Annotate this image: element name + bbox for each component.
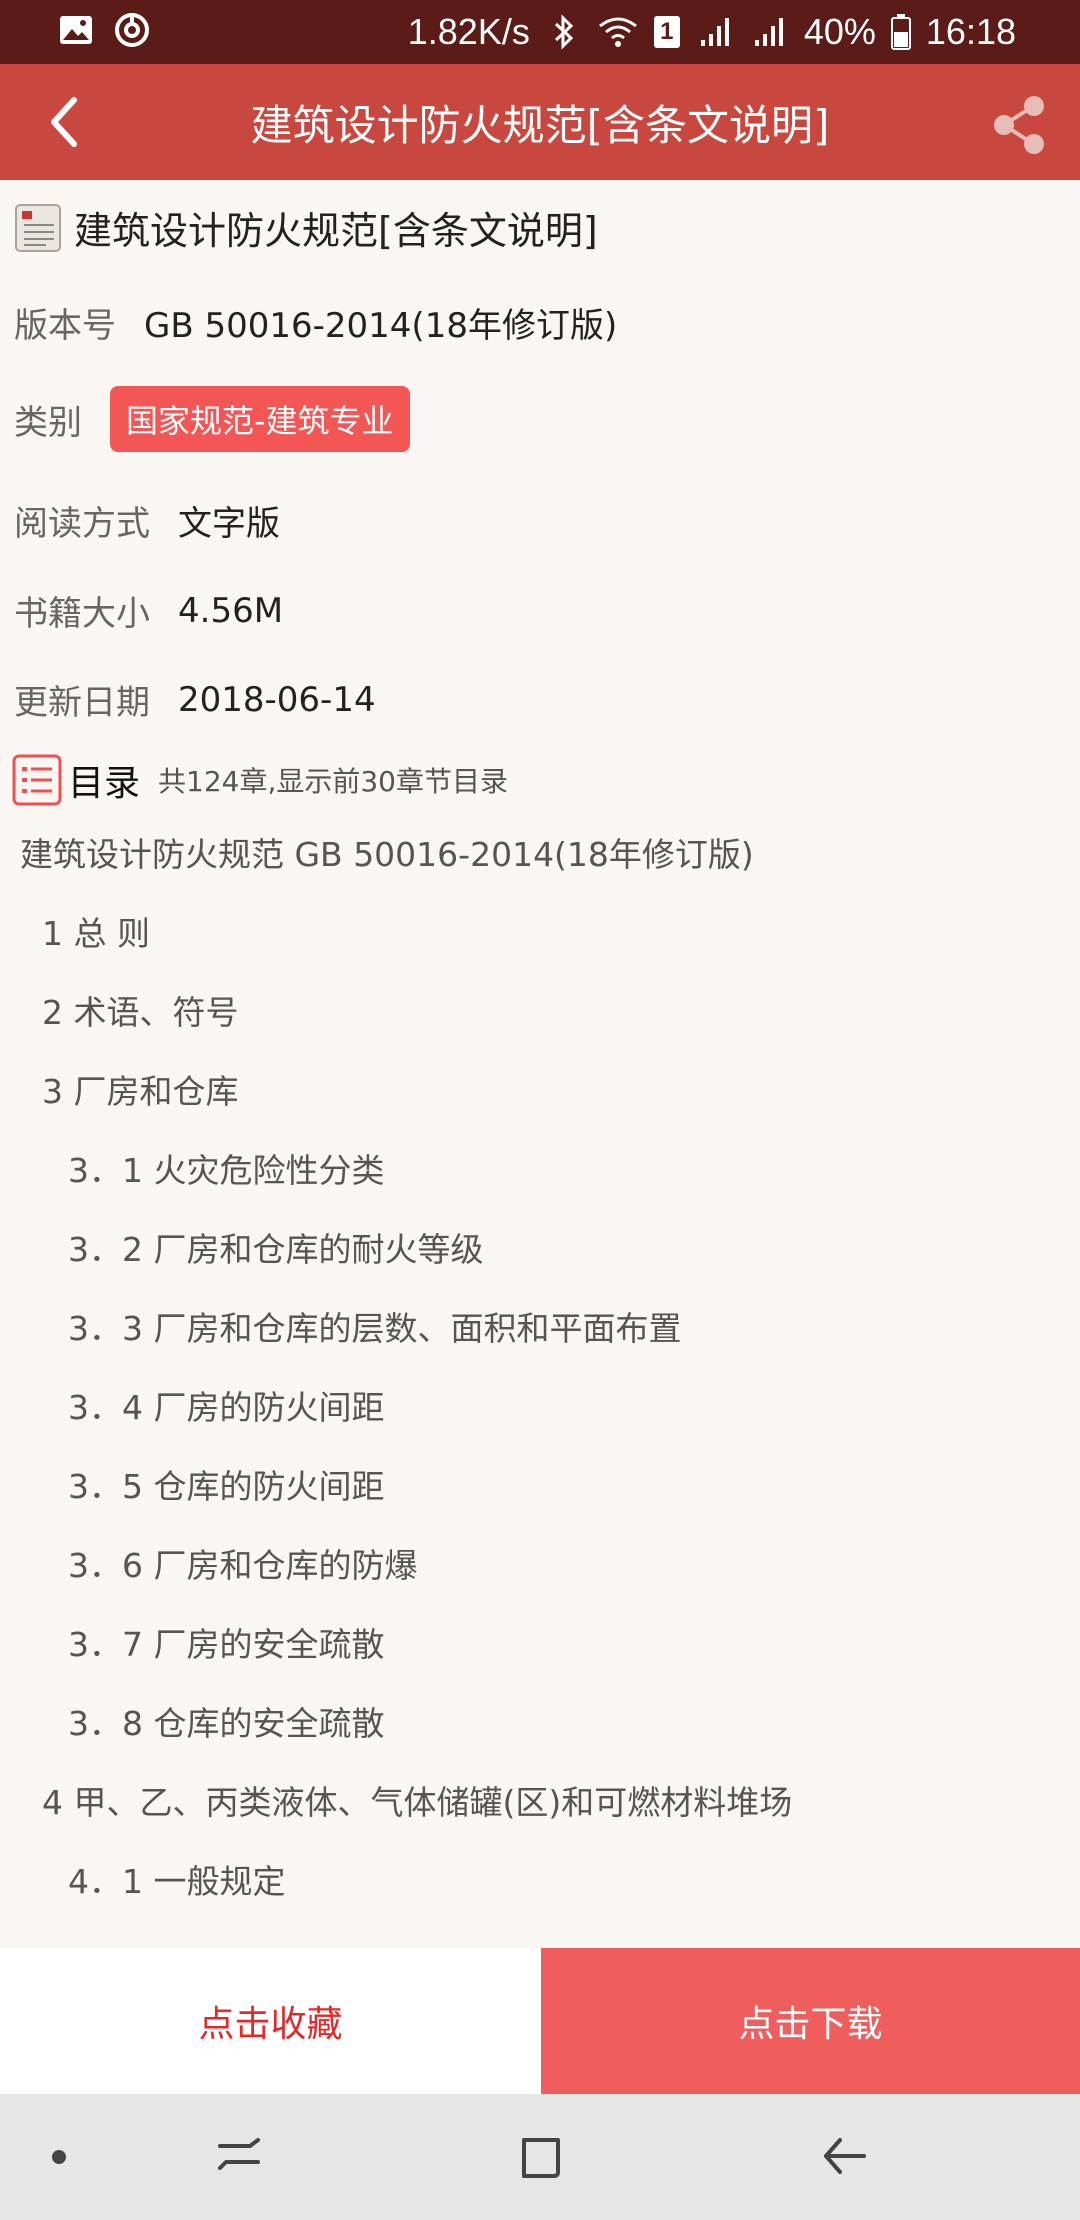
share-icon xyxy=(994,96,1044,154)
read-mode-label: 阅读方式 xyxy=(14,504,150,544)
size-row: 书籍大小 4.56M xyxy=(14,586,283,635)
favorite-button[interactable]: 点击收藏 xyxy=(0,1948,541,2094)
signal-icon xyxy=(696,12,736,52)
book-detail: 建筑设计防火规范[含条文说明] 版本号 GB 50016-2014(18年修订版… xyxy=(0,180,1080,1948)
toc-item[interactable]: 3．1 火灾危险性分类 xyxy=(68,1144,384,1192)
toc-item[interactable]: 1 总 则 xyxy=(42,907,150,955)
toc-header: 目录 共124章,显示前30章节目录 xyxy=(12,754,508,806)
read-mode-row: 阅读方式 文字版 xyxy=(14,496,280,545)
toc-item[interactable]: 4 甲、乙、丙类液体、气体储罐(区)和可燃材料堆场 xyxy=(42,1776,792,1824)
signal-icon xyxy=(750,12,790,52)
gallery-icon xyxy=(56,10,96,50)
read-mode-value: 文字版 xyxy=(178,504,280,544)
back-button[interactable] xyxy=(28,86,100,158)
version-value: GB 50016-2014(18年修订版) xyxy=(144,306,618,346)
update-row: 更新日期 2018-06-14 xyxy=(14,675,376,724)
toc-title: 目录 xyxy=(68,763,141,804)
status-bar: 1.82K/s 1 40% 16:18 xyxy=(0,0,1080,64)
bluetooth-icon xyxy=(544,12,584,52)
toc-item[interactable]: 4．1 一般规定 xyxy=(68,1855,285,1903)
back-nav-icon[interactable] xyxy=(820,2132,870,2182)
document-icon xyxy=(15,203,61,252)
toc-item[interactable]: 3．6 厂房和仓库的防爆 xyxy=(68,1539,417,1587)
toc-item[interactable]: 建筑设计防火规范 GB 50016-2014(18年修订版) xyxy=(20,828,754,876)
update-label: 更新日期 xyxy=(14,683,150,723)
update-value: 2018-06-14 xyxy=(178,679,376,720)
toc-item[interactable]: 3．2 厂房和仓库的耐火等级 xyxy=(68,1223,483,1271)
list-icon xyxy=(12,754,62,806)
toc-item[interactable]: 3．3 厂房和仓库的层数、面积和平面布置 xyxy=(68,1302,681,1350)
size-value: 4.56M xyxy=(178,590,284,631)
battery-percent: 40% xyxy=(803,11,876,52)
toc-item[interactable]: 2 术语、符号 xyxy=(42,986,239,1034)
page-title: 建筑设计防火规范[含条文说明] xyxy=(250,100,830,150)
system-nav-bar xyxy=(0,2094,1080,2220)
category-label: 类别 xyxy=(14,402,82,443)
version-label: 版本号 xyxy=(14,306,116,346)
app-bar: 建筑设计防火规范[含条文说明] xyxy=(0,64,1080,180)
chevron-left-icon xyxy=(51,97,77,147)
net-speed: 1.82K/s xyxy=(407,11,530,52)
toc-item[interactable]: 3．5 仓库的防火间距 xyxy=(68,1460,384,1508)
toc-item[interactable]: 3．4 厂房的防火间距 xyxy=(68,1381,384,1429)
dot-icon[interactable] xyxy=(34,2132,84,2182)
category-row: 类别 国家规范-建筑专业 xyxy=(14,386,410,452)
toc-item[interactable]: 3．8 仓库的安全疏散 xyxy=(68,1697,384,1745)
home-icon[interactable] xyxy=(516,2132,566,2182)
toc-item[interactable]: 3．7 厂房的安全疏散 xyxy=(68,1618,384,1666)
version-row: 版本号 GB 50016-2014(18年修订版) xyxy=(14,298,617,347)
sim-icon: 1 xyxy=(652,12,682,52)
book-title: 建筑设计防火规范[含条文说明] xyxy=(74,209,598,253)
sim-badge: 1 xyxy=(653,16,680,48)
sync-icon xyxy=(112,10,152,50)
toc-note: 共124章,显示前30章节目录 xyxy=(158,765,508,798)
bottom-action-bar: 点击收藏 点击下载 xyxy=(0,1948,1080,2094)
book-title-row: 建筑设计防火规范[含条文说明] xyxy=(12,200,598,255)
size-label: 书籍大小 xyxy=(14,594,150,634)
recent-apps-icon[interactable] xyxy=(214,2132,264,2182)
clock: 16:18 xyxy=(925,11,1016,52)
battery-icon xyxy=(890,12,912,52)
toc-item[interactable]: 3 厂房和仓库 xyxy=(42,1065,239,1113)
wifi-icon xyxy=(598,12,638,52)
category-tag[interactable]: 国家规范-建筑专业 xyxy=(110,386,410,452)
share-button[interactable] xyxy=(984,90,1054,160)
download-button[interactable]: 点击下载 xyxy=(541,1948,1080,2094)
